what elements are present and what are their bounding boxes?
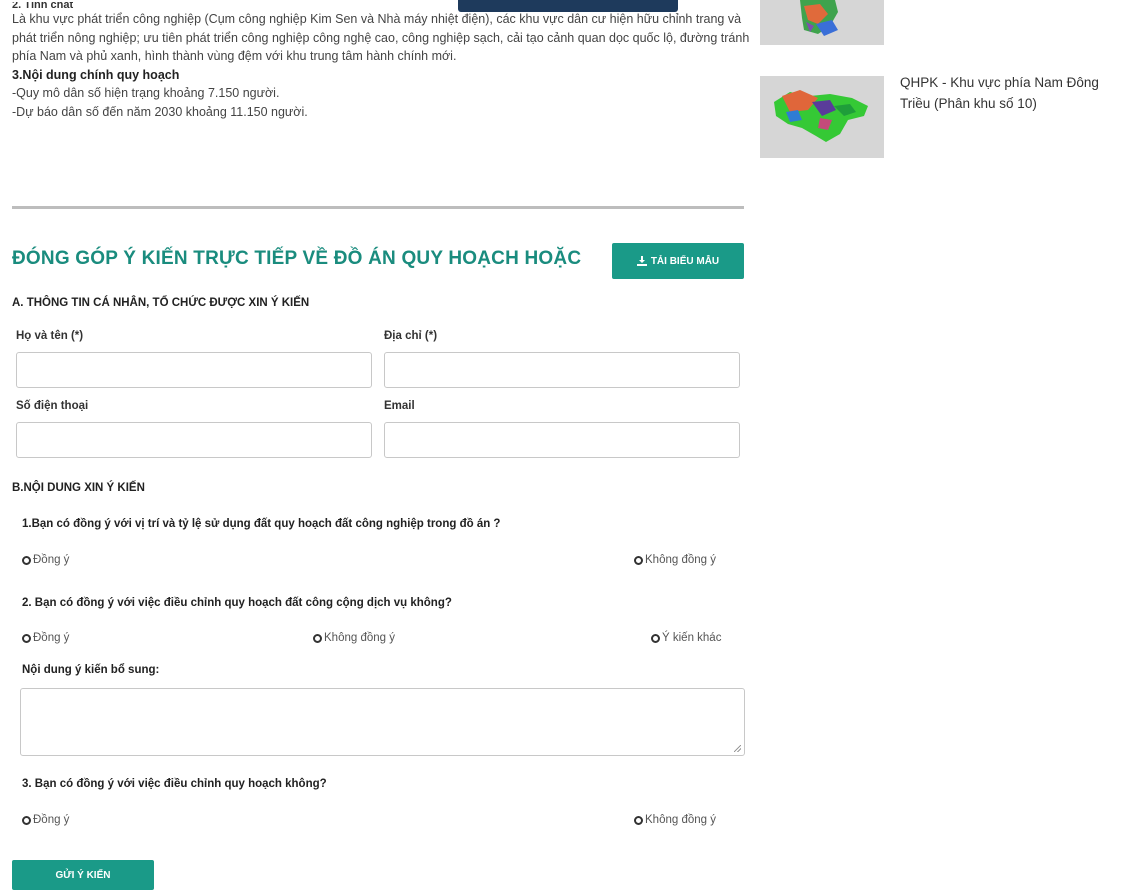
q2-agree-radio[interactable]: Đồng ý <box>22 632 69 644</box>
radio-circle-icon <box>634 555 643 565</box>
email-input[interactable] <box>384 422 740 458</box>
resize-handle-icon[interactable] <box>734 745 741 752</box>
download-icon <box>636 256 647 266</box>
project-description: 2. Tính chất Là khu vực phát triển công … <box>12 2 752 121</box>
related-plan-title[interactable]: QHPK - Khu vực phía Nam Đông Triều (Phân… <box>900 72 1120 114</box>
plan-map-thumbnail[interactable] <box>760 76 884 158</box>
email-label: Email <box>384 400 415 412</box>
question-3: 3. Bạn có đồng ý với việc điều chỉnh quy… <box>22 778 327 790</box>
q1-disagree-radio[interactable]: Không đồng ý <box>634 554 716 566</box>
population-current: -Quy mô dân số hiện trạng khoảng 7.150 n… <box>12 86 280 100</box>
question-1: 1.Bạn có đồng ý với vị trí và tỷ lệ sử d… <box>22 518 501 530</box>
phone-input[interactable] <box>16 422 372 458</box>
population-forecast: -Dự báo dân số đến năm 2030 khoảng 11.15… <box>12 104 308 119</box>
radio-circle-icon <box>22 633 31 643</box>
q2-other-radio[interactable]: Ý kiến khác <box>651 632 721 644</box>
plan-map-thumbnail[interactable] <box>760 0 884 45</box>
extra-opinion-label: Nội dung ý kiến bổ sung: <box>22 664 160 676</box>
related-plan-item[interactable] <box>760 0 884 45</box>
section3-heading: 3.Nội dung chính quy hoạch <box>12 67 180 82</box>
q3-agree-radio[interactable]: Đồng ý <box>22 814 69 826</box>
section-divider <box>12 206 744 209</box>
download-form-label: TẢI BIỂU MẪU <box>650 255 720 267</box>
section-b-heading: B.NỘI DUNG XIN Ý KIẾN <box>12 482 145 494</box>
q3-agree-label: Đồng ý <box>33 814 70 826</box>
radio-circle-icon <box>313 633 322 643</box>
q1-agree-radio[interactable]: Đồng ý <box>22 554 69 566</box>
address-input[interactable] <box>384 352 740 388</box>
q1-agree-label: Đồng ý <box>33 554 70 566</box>
name-label: Họ và tên (*) <box>16 330 84 342</box>
address-label: Địa chỉ (*) <box>384 330 438 342</box>
q3-disagree-label: Không đồng ý <box>645 814 716 826</box>
description-paragraph: Là khu vực phát triển công nghiệp (Cụm c… <box>12 12 750 63</box>
section-a-heading: A. THÔNG TIN CÁ NHÂN, TỔ CHỨC ĐƯỢC XIN Ý… <box>12 297 310 309</box>
download-form-button[interactable]: TẢI BIỂU MẪU <box>612 243 744 279</box>
phone-label: Số điện thoại <box>16 400 89 412</box>
q3-disagree-radio[interactable]: Không đồng ý <box>634 814 716 826</box>
q2-disagree-label: Không đồng ý <box>324 632 395 644</box>
question-2: 2. Bạn có đồng ý với việc điều chỉnh quy… <box>22 597 452 609</box>
section2-heading: 2. Tính chất <box>12 2 74 10</box>
q1-disagree-label: Không đồng ý <box>645 554 716 566</box>
map-image-icon <box>760 76 884 158</box>
main-content: 2. Tính chất Là khu vực phát triển công … <box>0 0 760 890</box>
radio-circle-icon <box>634 815 643 825</box>
related-plan-item[interactable] <box>760 76 884 158</box>
radio-circle-icon <box>651 633 660 643</box>
map-image-icon <box>760 0 884 45</box>
radio-circle-icon <box>22 815 31 825</box>
q2-other-label: Ý kiến khác <box>662 632 722 644</box>
name-input[interactable] <box>16 352 372 388</box>
submit-button[interactable]: GỬI Ý KIẾN <box>12 860 154 890</box>
extra-opinion-textarea[interactable] <box>20 688 745 756</box>
radio-circle-icon <box>22 555 31 565</box>
form-title: ĐÓNG GÓP Ý KIẾN TRỰC TIẾP VỀ ĐỒ ÁN QUY H… <box>12 248 582 269</box>
q2-disagree-radio[interactable]: Không đồng ý <box>313 632 395 644</box>
q2-agree-label: Đồng ý <box>33 632 70 644</box>
